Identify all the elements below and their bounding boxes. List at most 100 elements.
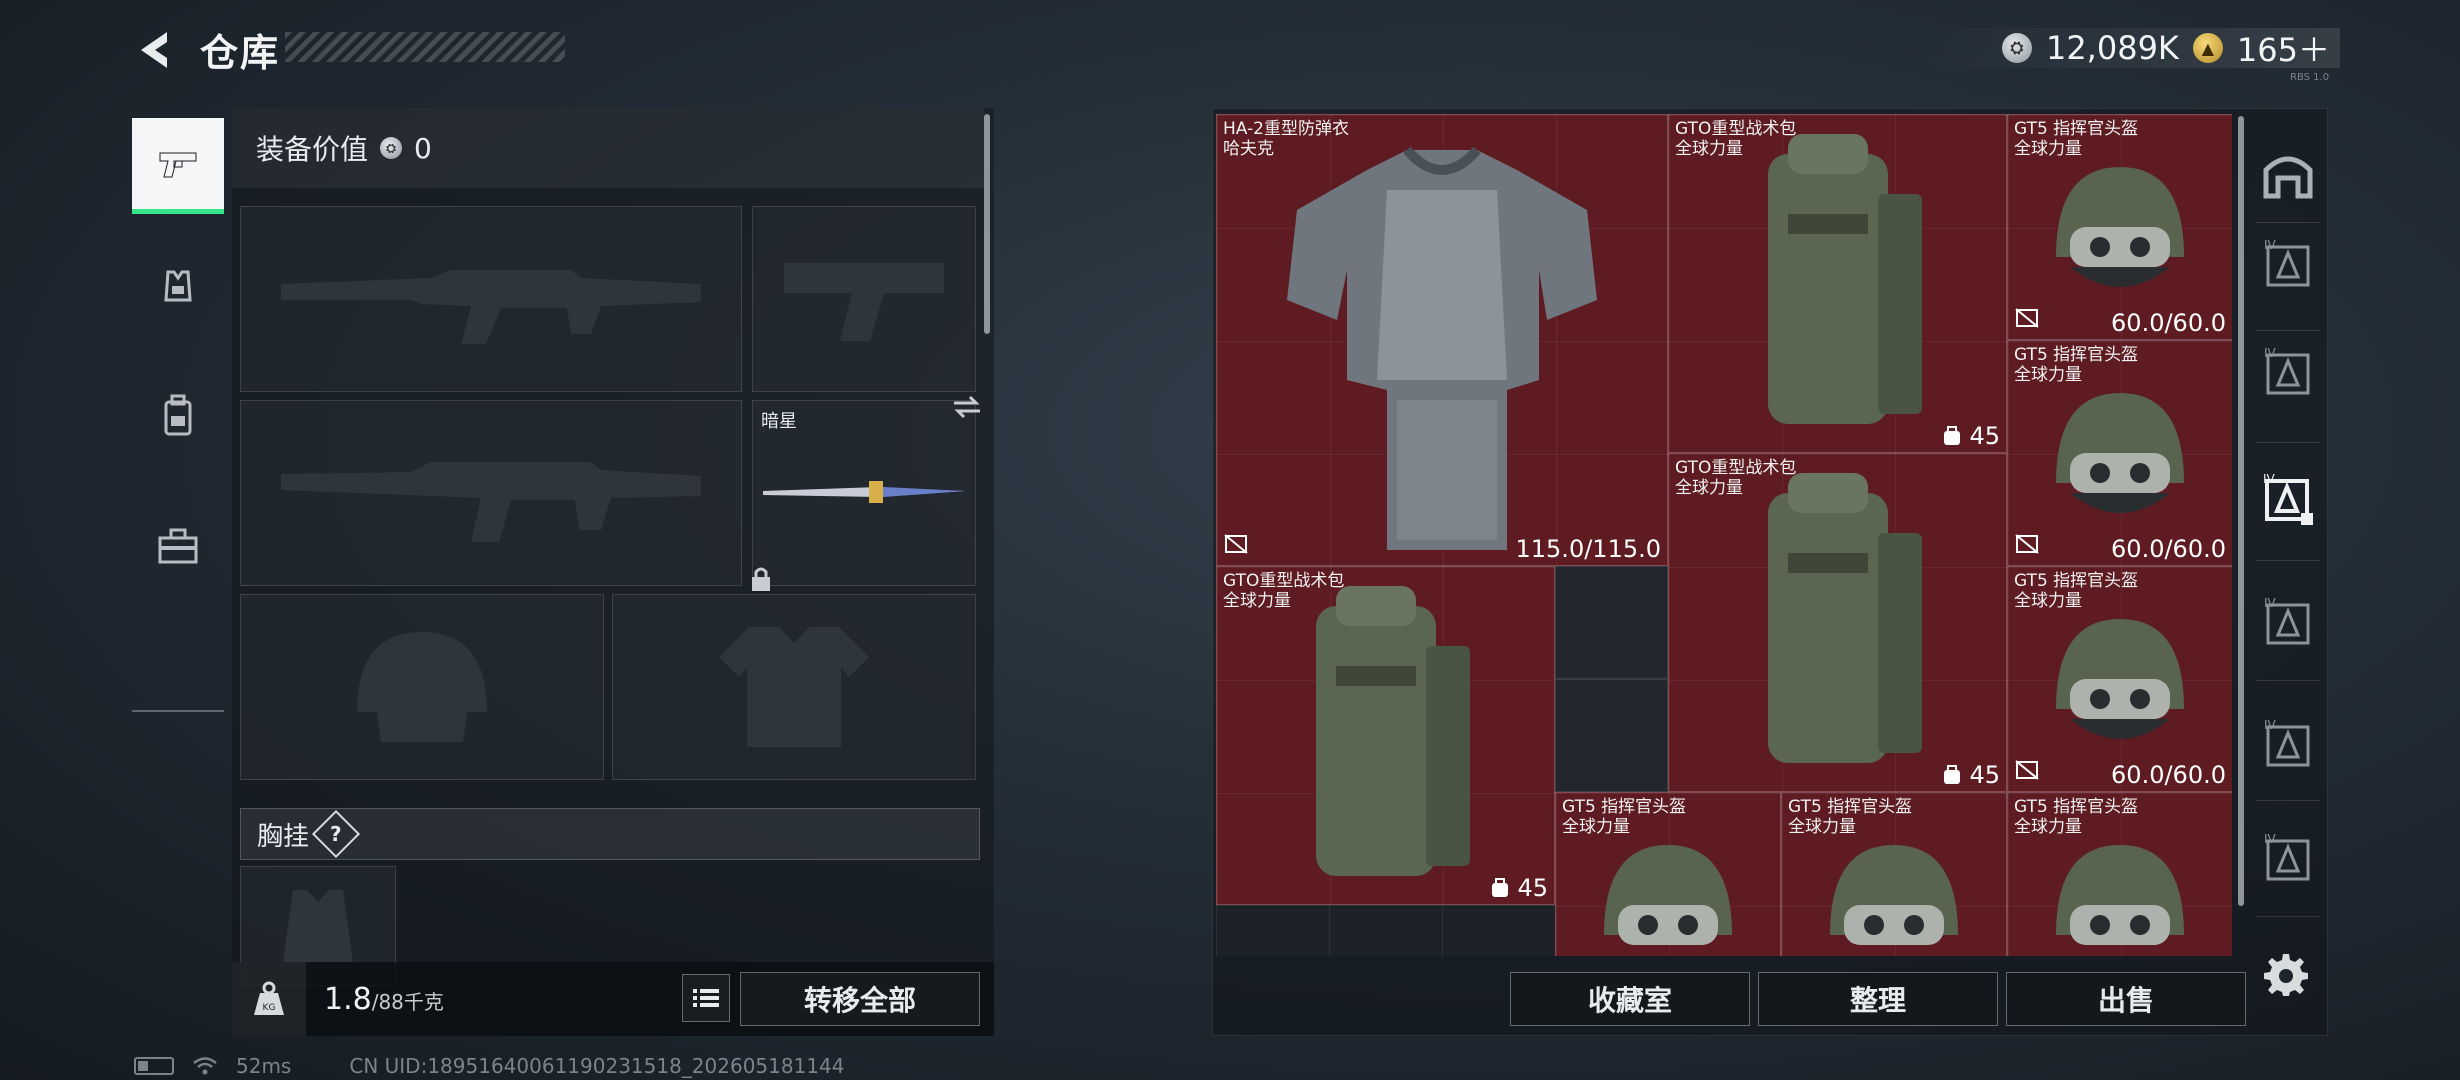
svg-text:IV: IV bbox=[2264, 597, 2277, 610]
pistol-slot[interactable] bbox=[752, 206, 976, 392]
armor-vest-icon bbox=[1287, 146, 1597, 550]
item-brand: 全球力量 bbox=[1562, 817, 1630, 837]
backpack-icon bbox=[1767, 133, 1922, 424]
help-icon[interactable]: ? bbox=[311, 809, 361, 859]
collection-room-button[interactable]: 收藏室 bbox=[1510, 972, 1750, 1026]
item-brand: 全球力量 bbox=[1675, 139, 1743, 159]
item-name: GT5 指挥官头盔 bbox=[1562, 797, 1687, 817]
primary-weapon-slot[interactable] bbox=[240, 206, 742, 392]
helmet-icon bbox=[2056, 167, 2184, 287]
transfer-all-button[interactable]: 转移全部 bbox=[740, 972, 980, 1026]
organize-button[interactable]: 整理 bbox=[1758, 972, 1998, 1026]
backpack-icon bbox=[1315, 585, 1470, 876]
melee-slot[interactable]: 暗星 bbox=[752, 395, 980, 591]
rail-container-1[interactable]: IV bbox=[2252, 228, 2324, 300]
rail-storage-tab[interactable] bbox=[2252, 140, 2324, 212]
status-bar: 52ms CN UID:18951640061190231518_2026051… bbox=[134, 1054, 845, 1078]
helmet-icon bbox=[2056, 619, 2184, 739]
melee-item-name: 暗星 bbox=[761, 411, 797, 432]
storage-item-helmet[interactable]: GT5 指挥官头盔 全球力量 60.0/60.0 bbox=[2007, 566, 2232, 792]
container-icon: IV bbox=[2264, 597, 2310, 645]
currency-bar: ⛭ 12,089K ▲ 165＋ bbox=[1920, 28, 2340, 69]
helmet-icon bbox=[2056, 393, 2184, 513]
item-durability: 60.0/60.0 bbox=[2111, 309, 2226, 337]
back-arrow-icon bbox=[141, 32, 167, 68]
toolbox-icon bbox=[158, 528, 198, 564]
backpack-icon bbox=[164, 394, 192, 436]
storage-item-backpack[interactable]: GTO重型战术包 全球力量 45 bbox=[1668, 453, 2007, 792]
no-insurance-icon bbox=[2014, 307, 2040, 333]
storage-item-helmet[interactable]: GT5 指挥官头盔 全球力量 60.0/60.0 bbox=[2007, 114, 2232, 340]
chest-rig-label: 胸挂 bbox=[257, 821, 310, 852]
item-brand: 全球力量 bbox=[1675, 478, 1743, 498]
tab-backpack[interactable] bbox=[132, 368, 224, 464]
battery-icon bbox=[134, 1057, 174, 1075]
storage-scrollbar[interactable] bbox=[2238, 116, 2244, 906]
bag-icon bbox=[1492, 878, 1509, 897]
container-icon: IV bbox=[2264, 833, 2310, 881]
rail-container-4[interactable]: IV bbox=[2252, 586, 2324, 658]
rail-container-2[interactable]: IV bbox=[2252, 336, 2324, 408]
tab-weapons[interactable] bbox=[132, 118, 224, 214]
ping-value: 52ms bbox=[236, 1054, 292, 1078]
armor-slot[interactable] bbox=[612, 594, 976, 780]
equipment-value-label: 装备价值 bbox=[256, 133, 369, 166]
gear-icon bbox=[2264, 954, 2308, 996]
rifle-silhouette-icon bbox=[281, 270, 701, 344]
sell-button[interactable]: 出售 bbox=[2006, 972, 2246, 1026]
list-icon bbox=[693, 989, 719, 1007]
item-name: GT5 指挥官头盔 bbox=[2014, 571, 2139, 591]
carry-weight-max: /88千克 bbox=[371, 990, 444, 1014]
storage-item-helmet[interactable]: GT5 指挥官头盔 全球力量 bbox=[1781, 792, 2007, 956]
storage-item-helmet[interactable]: GT5 指挥官头盔 全球力量 bbox=[2007, 792, 2232, 956]
item-name: GT5 指挥官头盔 bbox=[2014, 119, 2139, 139]
backpack-icon bbox=[1767, 472, 1922, 763]
storage-item-armor[interactable]: HA-2重型防弹衣 哈夫克 115.0/115.0 bbox=[1216, 114, 1668, 566]
back-button[interactable] bbox=[128, 22, 178, 78]
silver-coin-icon: ⛭ bbox=[380, 137, 403, 159]
storage-item-helmet[interactable]: GT5 指挥官头盔 全球力量 bbox=[1555, 792, 1781, 956]
svg-text:IV: IV bbox=[2264, 347, 2277, 360]
helmet-icon bbox=[1604, 845, 1732, 945]
item-brand: 全球力量 bbox=[2014, 139, 2082, 159]
rail-container-5[interactable]: IV bbox=[2252, 708, 2324, 780]
rig-icon bbox=[164, 270, 192, 302]
chest-rig-header: 胸挂 ? bbox=[240, 808, 980, 860]
empty-grid-cell[interactable] bbox=[1555, 566, 1668, 679]
equipment-scrollbar[interactable] bbox=[984, 114, 990, 334]
helmet-slot[interactable] bbox=[240, 594, 604, 780]
storage-item-helmet[interactable]: GT5 指挥官头盔 全球力量 60.0/60.0 bbox=[2007, 340, 2232, 566]
user-uid: CN UID:18951640061190231518_202605181144 bbox=[349, 1054, 845, 1078]
equipment-value-bar: 装备价值 ⛭ 0 bbox=[232, 108, 984, 188]
armor-silhouette-icon bbox=[719, 627, 869, 747]
warehouse-icon bbox=[2263, 156, 2313, 199]
storage-grid[interactable]: HA-2重型防弹衣 哈夫克 115.0/115.0 GTO重型战术包 全球力量 45… bbox=[1216, 114, 2232, 956]
rig-silhouette-icon bbox=[283, 890, 353, 962]
tab-rig[interactable] bbox=[132, 238, 224, 334]
svg-text:KG: KG bbox=[263, 1003, 276, 1013]
gold-currency-value: 165＋ bbox=[2236, 31, 2330, 69]
wifi-icon bbox=[193, 1057, 217, 1075]
pistol-silhouette-icon bbox=[784, 263, 944, 341]
settings-button[interactable] bbox=[2256, 944, 2316, 1004]
item-name: GTO重型战术包 bbox=[1223, 571, 1345, 591]
rail-container-6[interactable]: IV bbox=[2252, 822, 2324, 894]
svg-text:IV: IV bbox=[2264, 239, 2277, 252]
item-brand: 全球力量 bbox=[2014, 817, 2082, 837]
list-view-button[interactable] bbox=[682, 974, 730, 1022]
silver-currency-value: 12,089K bbox=[2045, 29, 2179, 67]
bag-icon bbox=[1944, 765, 1961, 784]
empty-grid-cell[interactable] bbox=[1555, 679, 1668, 792]
item-name: GT5 指挥官头盔 bbox=[2014, 797, 2139, 817]
carry-weight: 1.8/88千克 bbox=[324, 982, 444, 1017]
rail-container-3-active[interactable]: IV bbox=[2252, 464, 2324, 536]
svg-text:IV: IV bbox=[2263, 473, 2276, 486]
secondary-weapon-slot[interactable] bbox=[240, 400, 742, 586]
pistol-icon bbox=[159, 152, 197, 177]
storage-item-backpack[interactable]: GTO重型战术包 全球力量 45 bbox=[1668, 114, 2007, 453]
carry-weight-current: 1.8 bbox=[324, 982, 372, 1017]
item-name: GTO重型战术包 bbox=[1675, 119, 1797, 139]
storage-item-backpack[interactable]: GTO重型战术包 全球力量 45 bbox=[1216, 566, 1555, 905]
tab-supplies[interactable] bbox=[132, 498, 224, 594]
no-insurance-icon bbox=[2014, 533, 2040, 559]
